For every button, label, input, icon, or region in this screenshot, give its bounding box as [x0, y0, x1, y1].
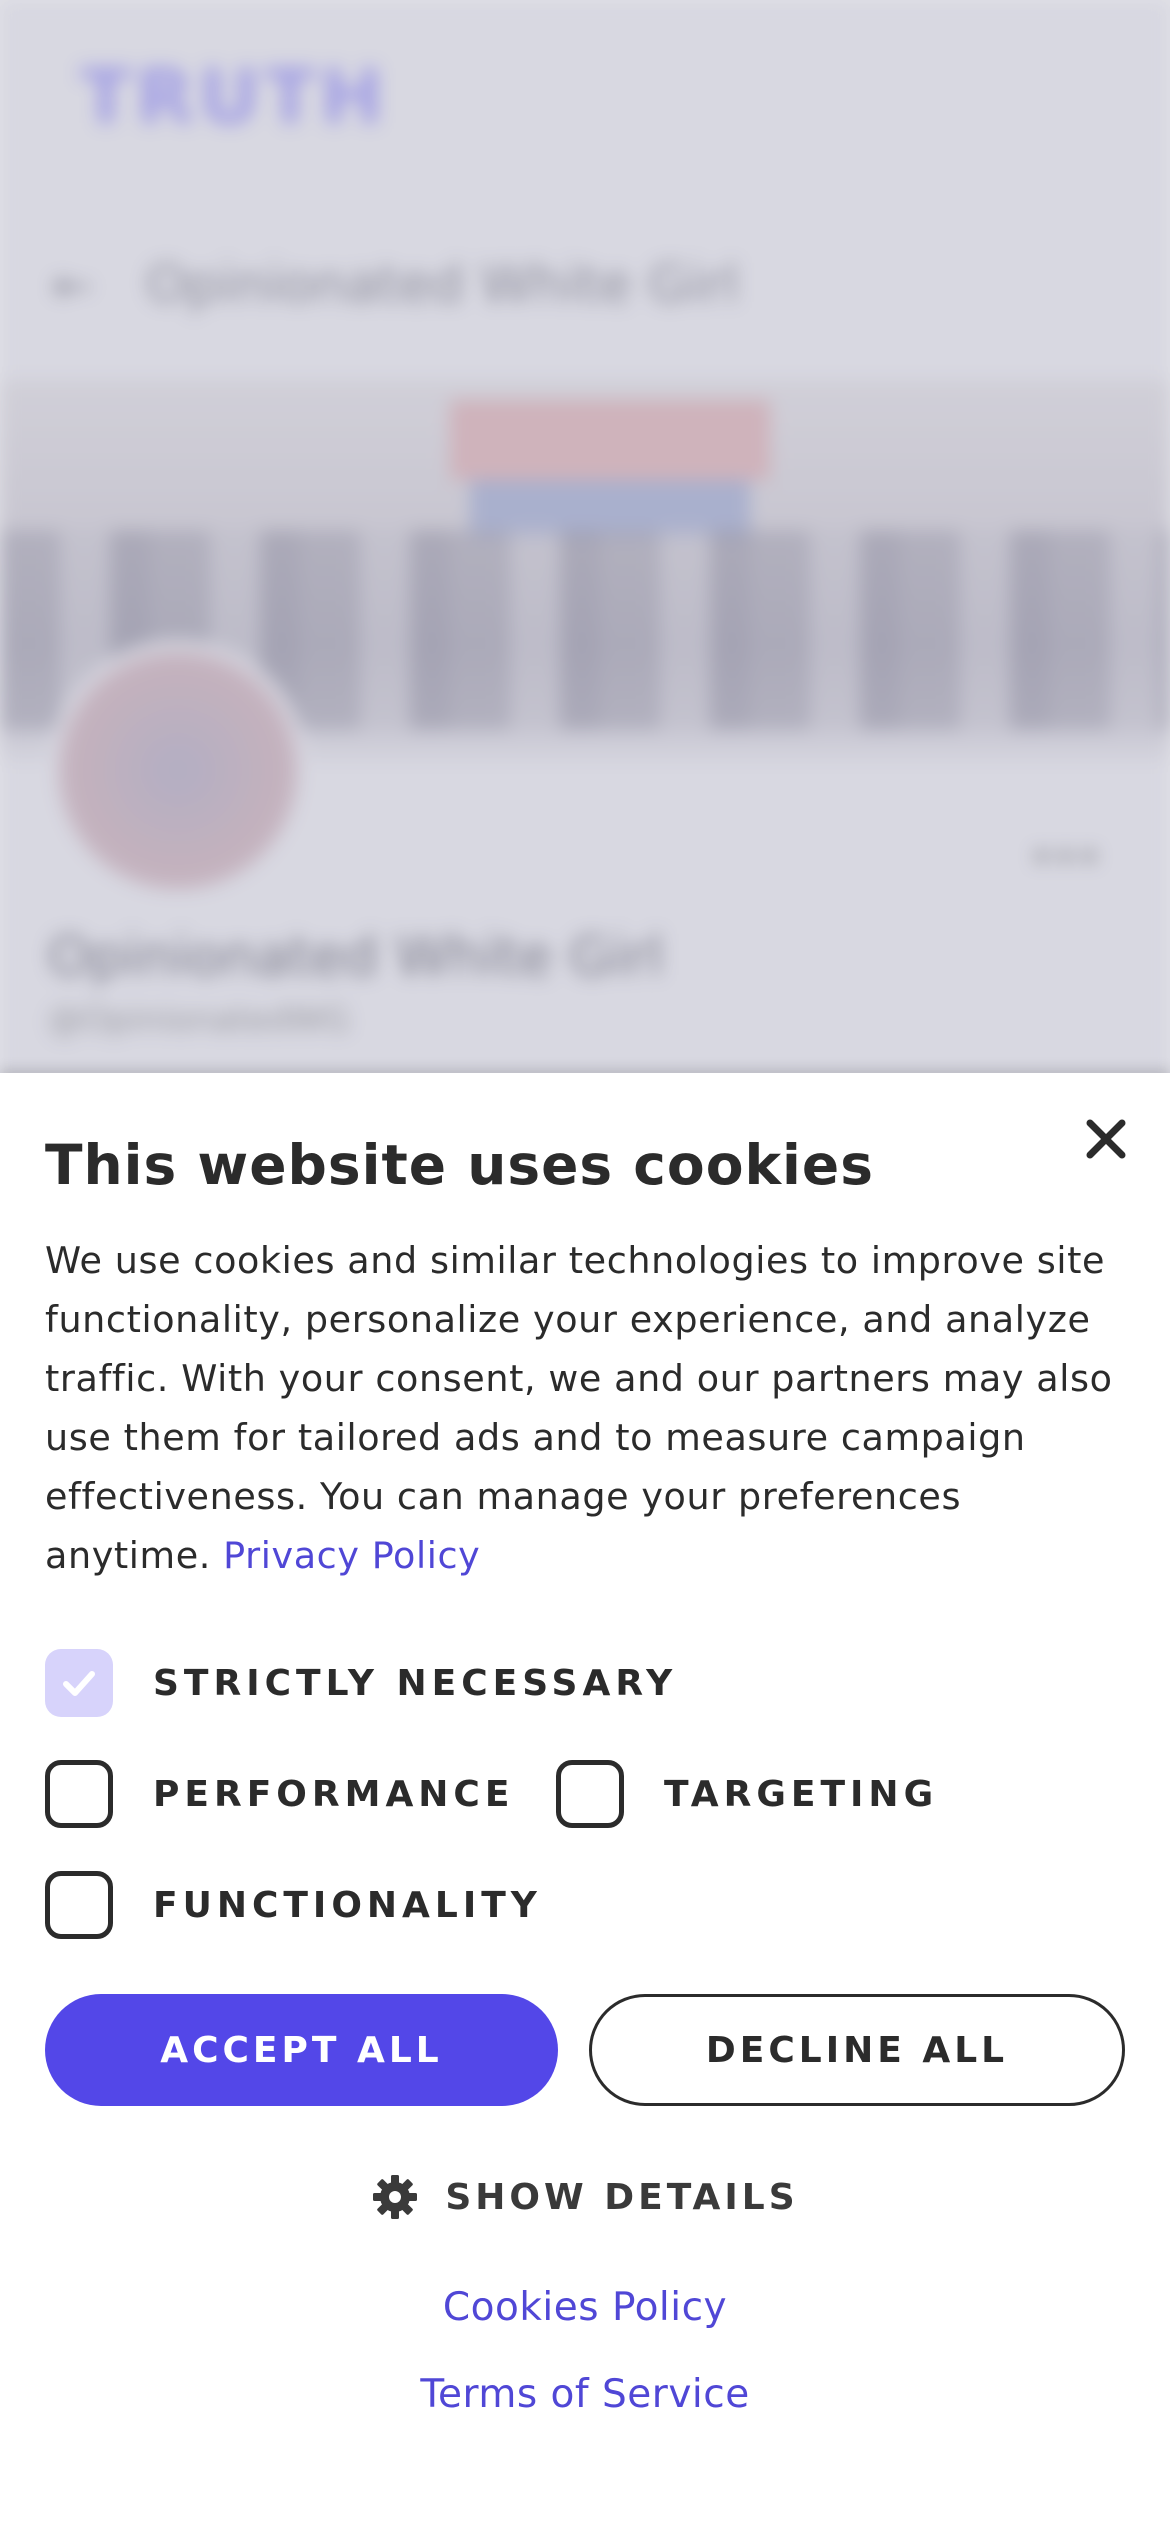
strictly-necessary-label: STRICTLY NECESSARY [153, 1662, 678, 1704]
check-icon [63, 1671, 95, 1696]
show-details-button[interactable]: SHOW DETAILS [0, 2173, 1170, 2221]
performance-label[interactable]: PERFORMANCE [153, 1774, 514, 1815]
terms-of-service-link[interactable]: Terms of Service [0, 2372, 1170, 2417]
close-icon [1086, 1119, 1126, 1159]
show-details-label[interactable]: SHOW DETAILS [445, 2177, 798, 2218]
functionality-checkbox[interactable] [45, 1871, 113, 1939]
cookies-policy-link[interactable]: Cookies Policy [0, 2285, 1170, 2330]
targeting-checkbox[interactable] [556, 1760, 624, 1828]
cookie-description-text: We use cookies and similar technologies … [45, 1239, 1113, 1577]
cookie-banner-description: We use cookies and similar technologies … [45, 1231, 1125, 1585]
strictly-necessary-checkbox [45, 1649, 113, 1717]
performance-checkbox[interactable] [45, 1760, 113, 1828]
option-targeting[interactable]: TARGETING [556, 1760, 938, 1828]
option-functionality[interactable]: FUNCTIONALITY [45, 1871, 542, 1939]
close-button[interactable] [1078, 1111, 1134, 1167]
cookie-banner-title: This website uses cookies [45, 1133, 874, 1197]
decline-all-button[interactable]: DECLINE ALL [589, 1994, 1125, 2106]
accept-all-button[interactable]: ACCEPT ALL [45, 1994, 558, 2106]
option-performance[interactable]: PERFORMANCE [45, 1760, 514, 1828]
privacy-policy-link[interactable]: Privacy Policy [223, 1534, 480, 1577]
gear-icon [371, 2173, 419, 2221]
targeting-label[interactable]: TARGETING [664, 1774, 938, 1815]
cookie-consent-sheet: This website uses cookies We use cookies… [0, 1073, 1170, 2532]
modal-overlay[interactable] [0, 0, 1170, 1075]
functionality-label[interactable]: FUNCTIONALITY [153, 1885, 542, 1926]
option-strictly-necessary: STRICTLY NECESSARY [45, 1649, 677, 1717]
